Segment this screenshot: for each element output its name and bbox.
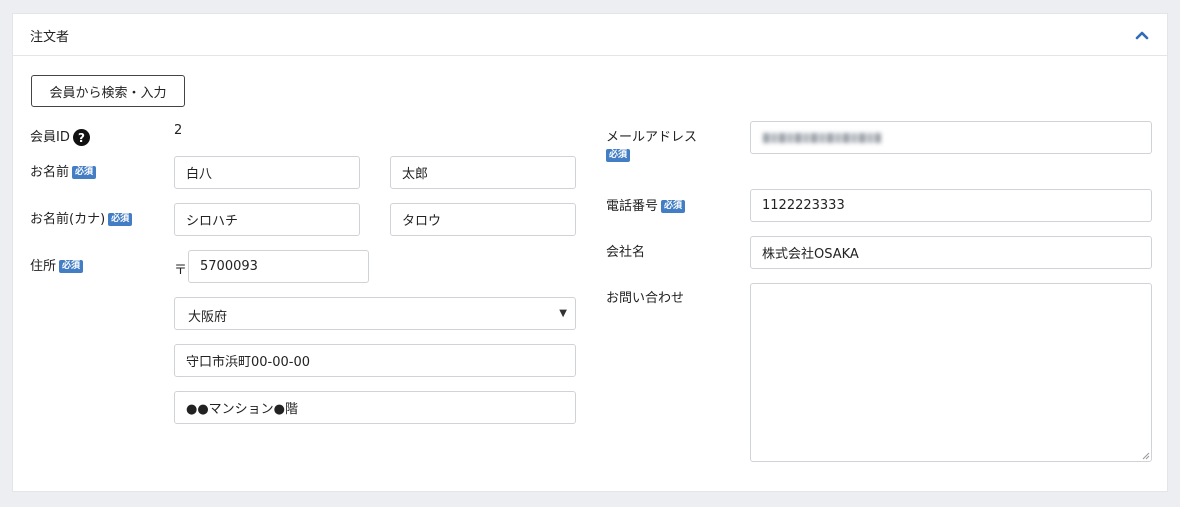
address-label: 住所 必須 [30,258,84,276]
company-label: 会社名 [606,245,646,260]
caret-down-icon: ▼ [559,308,567,319]
address-line1-input[interactable] [174,344,576,377]
required-badge: 必須 [72,166,97,179]
name-label: お名前 必須 [30,164,97,182]
svg-text:?: ? [78,131,85,145]
postal-mark: 〒 [174,263,188,278]
company-input[interactable] [750,236,1152,269]
chevron-up-icon[interactable] [1135,28,1149,42]
email-input[interactable] [750,121,1152,154]
phone-label: 電話番号 必須 [606,198,686,216]
address-line2-input[interactable] [174,391,576,424]
postal-code-input[interactable] [188,250,369,283]
panel-title: 注文者 [30,30,70,45]
last-name-kana-input[interactable] [174,203,360,236]
blurred-email-value [763,133,881,143]
phone-input[interactable] [750,189,1152,222]
required-badge: 必須 [661,200,686,213]
resize-handle-icon[interactable] [1142,452,1150,460]
member-id-label: 会員ID ? [30,129,90,147]
first-name-kana-input[interactable] [390,203,576,236]
member-id-value: 2 [174,123,183,138]
kana-label: お名前(カナ) 必須 [30,211,133,229]
email-label: メールアドレス 必須 [606,130,698,162]
prefecture-selected: 大阪府 [188,310,228,325]
required-badge: 必須 [108,213,133,226]
inquiry-label: お問い合わせ [606,291,685,306]
help-icon[interactable]: ? [72,129,90,146]
member-search-button[interactable]: 会員から検索・入力 [31,75,185,107]
orderer-panel: 注文者 会員から検索・入力 会員ID ? 2 お名前必須 お名前(カナ)必須 住… [12,13,1168,492]
inquiry-textarea[interactable] [750,283,1152,462]
prefecture-select[interactable]: 大阪府 ▼ [174,297,576,330]
panel-header[interactable]: 注文者 [13,14,1167,56]
last-name-input[interactable] [174,156,360,189]
required-badge: 必須 [606,149,631,162]
first-name-input[interactable] [390,156,576,189]
required-badge: 必須 [59,260,84,273]
